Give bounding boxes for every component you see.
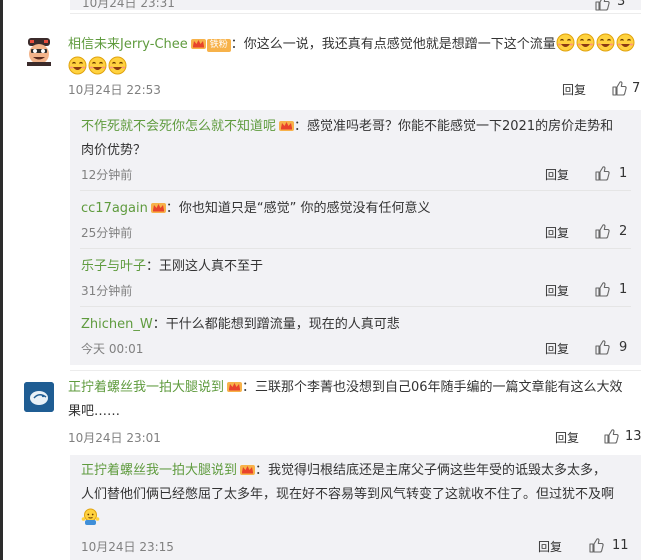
laughing-emoji-icon — [68, 56, 87, 75]
thumbs-up-icon[interactable] — [594, 281, 610, 297]
comment-author[interactable]: 相信未来Jerry-Chee — [68, 37, 188, 52]
laughing-emoji-icon — [556, 33, 575, 52]
reply-text-cont: 肉价优势？ — [81, 143, 147, 158]
like-count: 11 — [612, 538, 629, 553]
comment-text-cont: 果吧…… — [68, 404, 121, 419]
thumbs-up-icon[interactable] — [611, 80, 627, 96]
reply-text: ：我觉得归根结底还是主席父子俩这些年受的诋毁太多太多， — [255, 463, 607, 478]
reply-body: cc17again ：你也知道只是“感觉” 你的感觉没有任何意义 — [81, 197, 631, 221]
divider — [70, 370, 641, 371]
laughing-emoji-icon — [88, 56, 107, 75]
like-count: 9 — [619, 340, 628, 355]
reply-button[interactable]: 回复 — [545, 282, 569, 299]
vip-crown-icon — [279, 121, 295, 131]
avatar-picture-icon — [24, 382, 54, 412]
reply-time: 12分钟前 — [81, 168, 133, 182]
thumbs-up-icon[interactable] — [594, 339, 610, 355]
reply-body: 正拧着螺丝我一拍大腿说到 ：我觉得归根结底还是主席父子俩这些年受的诋毁太多太多， 人… — [81, 459, 636, 531]
reply-text: ：感觉准吗老哥？你能不能感觉一下2021的房价走势和 — [294, 119, 614, 134]
reply-text: ：你也知道只是“感觉” 你的感觉没有任何意义 — [165, 201, 431, 216]
comment-body: 相信未来Jerry-Chee 铁粉 ：你这么一说，我还真有点感觉他就是想蹭一下这个流… — [68, 33, 643, 79]
window-edge — [0, 0, 3, 560]
like-count: 7 — [632, 81, 641, 96]
reply-author[interactable]: 不作死就不会死你怎么就不知道呢 — [81, 119, 276, 134]
comment-text: ：三联那个李菁也没想到自己06年随手编的一篇文章能有这么大效 — [242, 380, 623, 395]
comment-time: 10月24日 22:53 — [68, 83, 161, 97]
reply-body: 不作死就不会死你怎么就不知道呢 ：感觉准吗老哥？你能不能感觉一下2021的房价走势… — [81, 115, 631, 163]
previous-reply-time: 10月24日 23:31 — [82, 0, 175, 10]
reply-time: 今天 00:01 — [81, 342, 144, 356]
laughing-emoji-icon — [108, 56, 127, 75]
like-count: 2 — [619, 224, 628, 239]
reply-time: 31分钟前 — [81, 284, 133, 298]
thumbs-up-icon[interactable] — [603, 428, 619, 444]
reply-button[interactable]: 回复 — [545, 340, 569, 357]
like-count: 13 — [625, 429, 642, 444]
thumbs-up-icon[interactable] — [594, 165, 610, 181]
like-count: 1 — [619, 282, 628, 297]
reply-text: ：王刚这人真不至于 — [146, 259, 264, 274]
reply-text-cont: 人们替他们俩已经憋屈了太多年，现在好不容易等到风气转变了这就收不住了。但过犹不及… — [81, 487, 615, 502]
shrug-emoji-icon — [81, 508, 100, 525]
reply-body: Zhichen_W：干什么都能想到蹭流量，现在的人真可悲 — [81, 313, 631, 337]
avatar-cartoon-icon — [24, 36, 54, 66]
vip-crown-icon — [240, 465, 256, 475]
comment-time: 10月24日 23:01 — [68, 431, 161, 445]
divider — [80, 190, 631, 191]
comment-author[interactable]: 正拧着螺丝我一拍大腿说到 — [68, 380, 224, 395]
reply-button[interactable]: 回复 — [545, 166, 569, 183]
reply-button[interactable]: 回复 — [538, 538, 562, 555]
fan-badge: 铁粉 — [206, 39, 231, 52]
avatar[interactable] — [24, 36, 54, 66]
thumbs-up-icon[interactable] — [594, 0, 610, 11]
thumbs-up-icon[interactable] — [594, 223, 610, 239]
laughing-emoji-icon — [596, 33, 615, 52]
thumbs-up-icon[interactable] — [588, 537, 604, 553]
previous-reply-like-count: 3 — [617, 0, 626, 9]
divider — [80, 248, 631, 249]
reply-body: 乐子与叶子：王刚这人真不至于 — [81, 255, 631, 279]
laughing-emoji-icon — [576, 33, 595, 52]
comment-text: ：你这么一说，我还真有点感觉他就是想蹭一下这个流量 — [230, 37, 556, 52]
reply-text: ：干什么都能想到蹭流量，现在的人真可悲 — [152, 317, 400, 332]
vip-crown-icon — [190, 39, 206, 49]
reply-time: 10月24日 23:15 — [81, 540, 174, 554]
divider — [80, 306, 631, 307]
reply-button[interactable]: 回复 — [562, 81, 586, 98]
reply-author[interactable]: 正拧着螺丝我一拍大腿说到 — [81, 463, 237, 478]
reply-button[interactable]: 回复 — [545, 224, 569, 241]
avatar[interactable] — [24, 382, 54, 412]
reply-button[interactable]: 回复 — [555, 429, 579, 446]
divider — [70, 13, 641, 14]
laughing-emoji-icon — [616, 33, 635, 52]
reply-author[interactable]: Zhichen_W — [81, 317, 153, 332]
reply-author[interactable]: 乐子与叶子 — [81, 259, 146, 274]
vip-crown-icon — [150, 203, 166, 213]
like-count: 1 — [619, 166, 628, 181]
comment-body: 正拧着螺丝我一拍大腿说到 ：三联那个李菁也没想到自己06年随手编的一篇文章能有这么… — [68, 376, 643, 424]
vip-crown-icon — [227, 382, 243, 392]
reply-time: 25分钟前 — [81, 226, 133, 240]
reply-author[interactable]: cc17again — [81, 201, 148, 216]
